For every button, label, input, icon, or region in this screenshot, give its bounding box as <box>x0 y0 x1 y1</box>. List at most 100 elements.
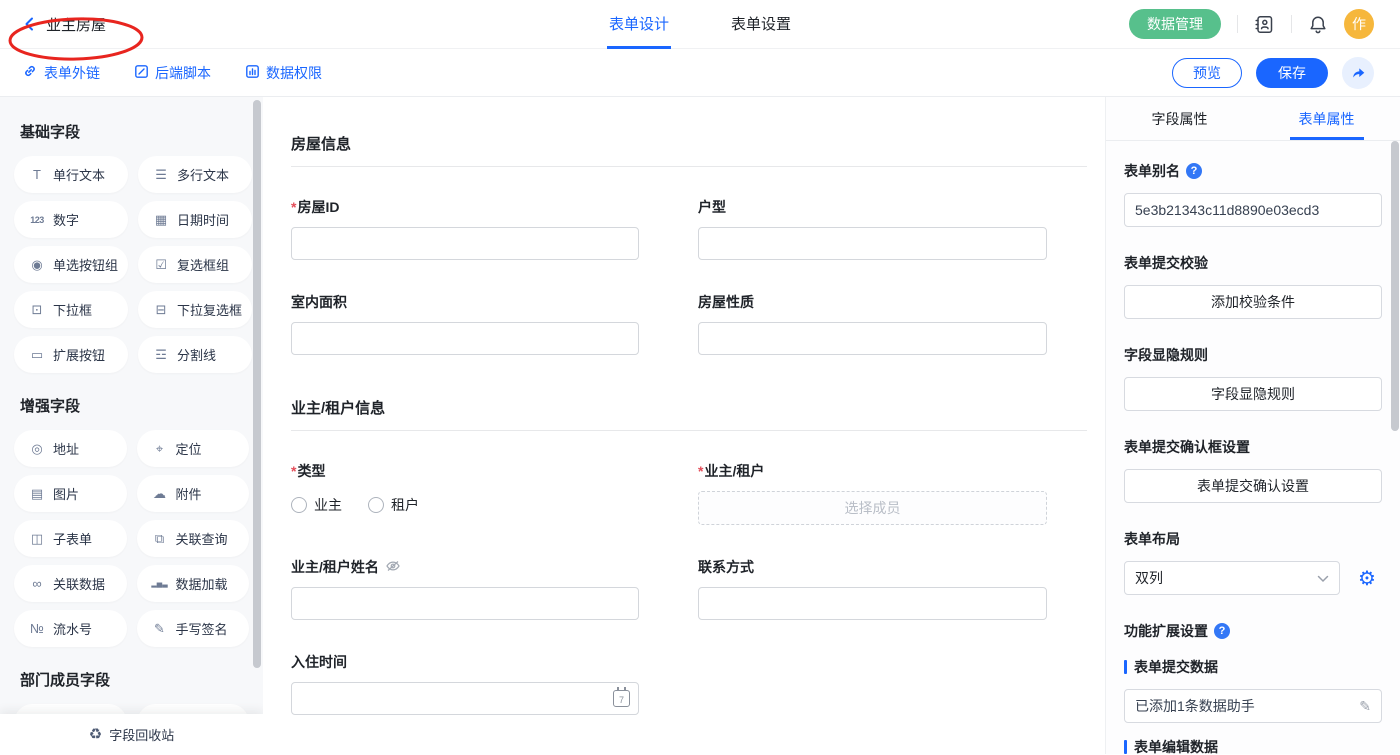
form-alias-label: 表单别名 <box>1124 161 1180 181</box>
add-validation-button[interactable]: 添加校验条件 <box>1124 285 1382 319</box>
tab-form-settings[interactable]: 表单设置 <box>729 0 793 49</box>
form-canvas[interactable]: 房屋信息 房屋ID 户型 室内面积 <box>263 97 1105 754</box>
section-title: 基础字段 <box>20 121 249 142</box>
backend-script-action[interactable]: 后端脚本 <box>134 63 211 83</box>
form-section-title: 业主/租户信息 <box>291 397 1087 418</box>
indoor-area-input[interactable] <box>291 322 639 355</box>
submit-data-value: 已添加1条数据助手 <box>1135 696 1255 716</box>
tab-form-properties[interactable]: 表单属性 <box>1253 97 1400 140</box>
field-type-radio[interactable]: 类型 业主 租户 <box>291 461 639 525</box>
sidebar-item-linked-data[interactable]: ∞关联数据 <box>14 565 127 602</box>
share-button[interactable] <box>1342 57 1374 89</box>
house-id-input[interactable] <box>291 227 639 260</box>
multi-dropdown-icon: ⊟ <box>152 302 170 318</box>
section-title: 部门成员字段 <box>20 669 249 690</box>
submit-data-label: 表单提交数据 <box>1134 657 1218 677</box>
visibility-rules-button[interactable]: 字段显隐规则 <box>1124 377 1382 411</box>
contact-input[interactable] <box>698 587 1047 620</box>
sidebar-scrollbar[interactable] <box>253 100 261 668</box>
field-move-in-date[interactable]: 入住时间 7 <box>291 652 639 715</box>
sidebar-item-datetime[interactable]: ▦日期时间 <box>138 201 252 238</box>
section-divider <box>291 166 1087 167</box>
form-section-house-info[interactable]: 房屋信息 房屋ID 户型 室内面积 <box>291 133 1087 387</box>
member-picker[interactable]: 选择成员 <box>698 491 1047 525</box>
calendar-date-icon[interactable]: 7 <box>613 690 630 707</box>
sidebar-item-label: 下拉复选框 <box>177 300 242 319</box>
sidebar-item-checkbox-group[interactable]: ☑复选框组 <box>138 246 252 283</box>
dropdown-icon: ⊡ <box>28 302 46 318</box>
sidebar-section-enhanced: 增强字段 ◎地址 ⌖定位 ▤图片 ☁附件 ◫子表单 ⧉关联查询 ∞关联数据 ▂▅… <box>14 395 249 647</box>
sidebar-item-address[interactable]: ◎地址 <box>14 430 127 467</box>
sidebar-item-multi-select[interactable]: ⊟ 下拉复选框 <box>138 291 252 328</box>
sidebar-item-signature[interactable]: ✎手写签名 <box>137 610 250 647</box>
header-tabs: 表单设计 表单设置 <box>0 0 1400 49</box>
form-layout-block: 表单布局 双列 ⚙ <box>1124 529 1382 595</box>
sidebar-item-label: 复选框组 <box>177 255 229 274</box>
chain-link-icon: ∞ <box>28 576 46 591</box>
sidebar-item-label: 附件 <box>176 484 202 503</box>
field-label: 业主/租户姓名 <box>291 557 379 577</box>
layout-select[interactable]: 双列 <box>1124 561 1340 595</box>
sidebar-item-single-line-text[interactable]: T单行文本 <box>14 156 128 193</box>
field-indoor-area[interactable]: 室内面积 <box>291 292 639 355</box>
house-nature-input[interactable] <box>698 322 1047 355</box>
layout-gear-button[interactable]: ⚙ <box>1352 563 1382 593</box>
help-icon[interactable]: ? <box>1214 623 1230 639</box>
house-type-input[interactable] <box>698 227 1047 260</box>
sidebar-item-label: 图片 <box>53 484 79 503</box>
sidebar-item-extend-button[interactable]: ▭ 扩展按钮 <box>14 336 128 373</box>
submit-data-box[interactable]: 已添加1条数据助手 ✎ <box>1124 689 1382 723</box>
submit-confirm-button[interactable]: 表单提交确认设置 <box>1124 469 1382 503</box>
field-house-id[interactable]: 房屋ID <box>291 197 639 260</box>
form-section-owner-info[interactable]: 业主/租户信息 类型 业主 租户 业主/租户 选择成员 <box>291 397 1087 747</box>
script-icon <box>134 64 149 82</box>
external-link-action[interactable]: 表单外链 <box>22 63 100 83</box>
sidebar-item-locate[interactable]: ⌖定位 <box>137 430 250 467</box>
extension-settings-label: 功能扩展设置 <box>1124 621 1208 641</box>
form-alias-input[interactable] <box>1124 193 1382 227</box>
field-house-nature[interactable]: 房屋性质 <box>698 292 1047 355</box>
sidebar-item-radio-group[interactable]: ◉单选按钮组 <box>14 246 128 283</box>
sidebar-item-label: 单选按钮组 <box>53 255 118 274</box>
tab-field-properties[interactable]: 字段属性 <box>1106 97 1253 140</box>
radio-option-owner[interactable]: 业主 <box>291 495 342 515</box>
preview-button[interactable]: 预览 <box>1172 58 1242 88</box>
data-permission-action[interactable]: 数据权限 <box>245 63 322 83</box>
cloud-upload-icon: ☁ <box>151 486 169 502</box>
field-owner-tenant[interactable]: 业主/租户 选择成员 <box>698 461 1047 525</box>
tab-form-design[interactable]: 表单设计 <box>607 0 671 49</box>
calendar-icon: ▦ <box>152 212 170 228</box>
sidebar-item-label: 数字 <box>53 210 79 229</box>
divider-lines-icon: ☲ <box>152 347 170 363</box>
panel-scrollbar[interactable] <box>1391 141 1399 431</box>
sidebar-item-attachment[interactable]: ☁ 附件 <box>137 475 250 512</box>
sidebar-item-linked-query[interactable]: ⧉关联查询 <box>137 520 250 557</box>
edit-pencil-icon[interactable]: ✎ <box>1359 698 1371 715</box>
move-in-date-input[interactable] <box>291 682 639 715</box>
sidebar-item-data-load[interactable]: ▂▅▃数据加载 <box>137 565 250 602</box>
image-icon: ▤ <box>28 486 46 502</box>
form-layout-label: 表单布局 <box>1124 529 1180 549</box>
field-house-type[interactable]: 户型 <box>698 197 1047 260</box>
sidebar-item-number[interactable]: 123数字 <box>14 201 128 238</box>
owner-name-input[interactable] <box>291 587 639 620</box>
field-owner-name[interactable]: 业主/租户姓名 <box>291 557 639 620</box>
field-recycle-bin[interactable]: ♻ 字段回收站 <box>0 714 263 754</box>
linked-query-icon: ⧉ <box>151 531 169 547</box>
sidebar-item-divider[interactable]: ☲分割线 <box>138 336 252 373</box>
main-area: 基础字段 T单行文本 ☰多行文本 123数字 ▦日期时间 ◉单选按钮组 ☑复选框… <box>0 97 1400 754</box>
help-icon[interactable]: ? <box>1186 163 1202 179</box>
sidebar-item-serial-number[interactable]: №流水号 <box>14 610 127 647</box>
form-toolbar: 表单外链 后端脚本 数据权限 预览 保存 <box>0 49 1400 97</box>
sidebar-item-select[interactable]: ⊡下拉框 <box>14 291 128 328</box>
radio-option-tenant[interactable]: 租户 <box>368 495 419 515</box>
multi-line-text-icon: ☰ <box>152 167 170 183</box>
sidebar-item-multi-line-text[interactable]: ☰多行文本 <box>138 156 252 193</box>
field-contact[interactable]: 联系方式 <box>698 557 1047 620</box>
save-button[interactable]: 保存 <box>1256 58 1328 88</box>
sidebar-item-image[interactable]: ▤ 图片 <box>14 475 127 512</box>
field-label: 入住时间 <box>291 652 347 672</box>
sidebar-item-label: 扩展按钮 <box>53 345 105 364</box>
pill-button-icon: ▭ <box>28 347 46 363</box>
sidebar-item-subform[interactable]: ◫子表单 <box>14 520 127 557</box>
